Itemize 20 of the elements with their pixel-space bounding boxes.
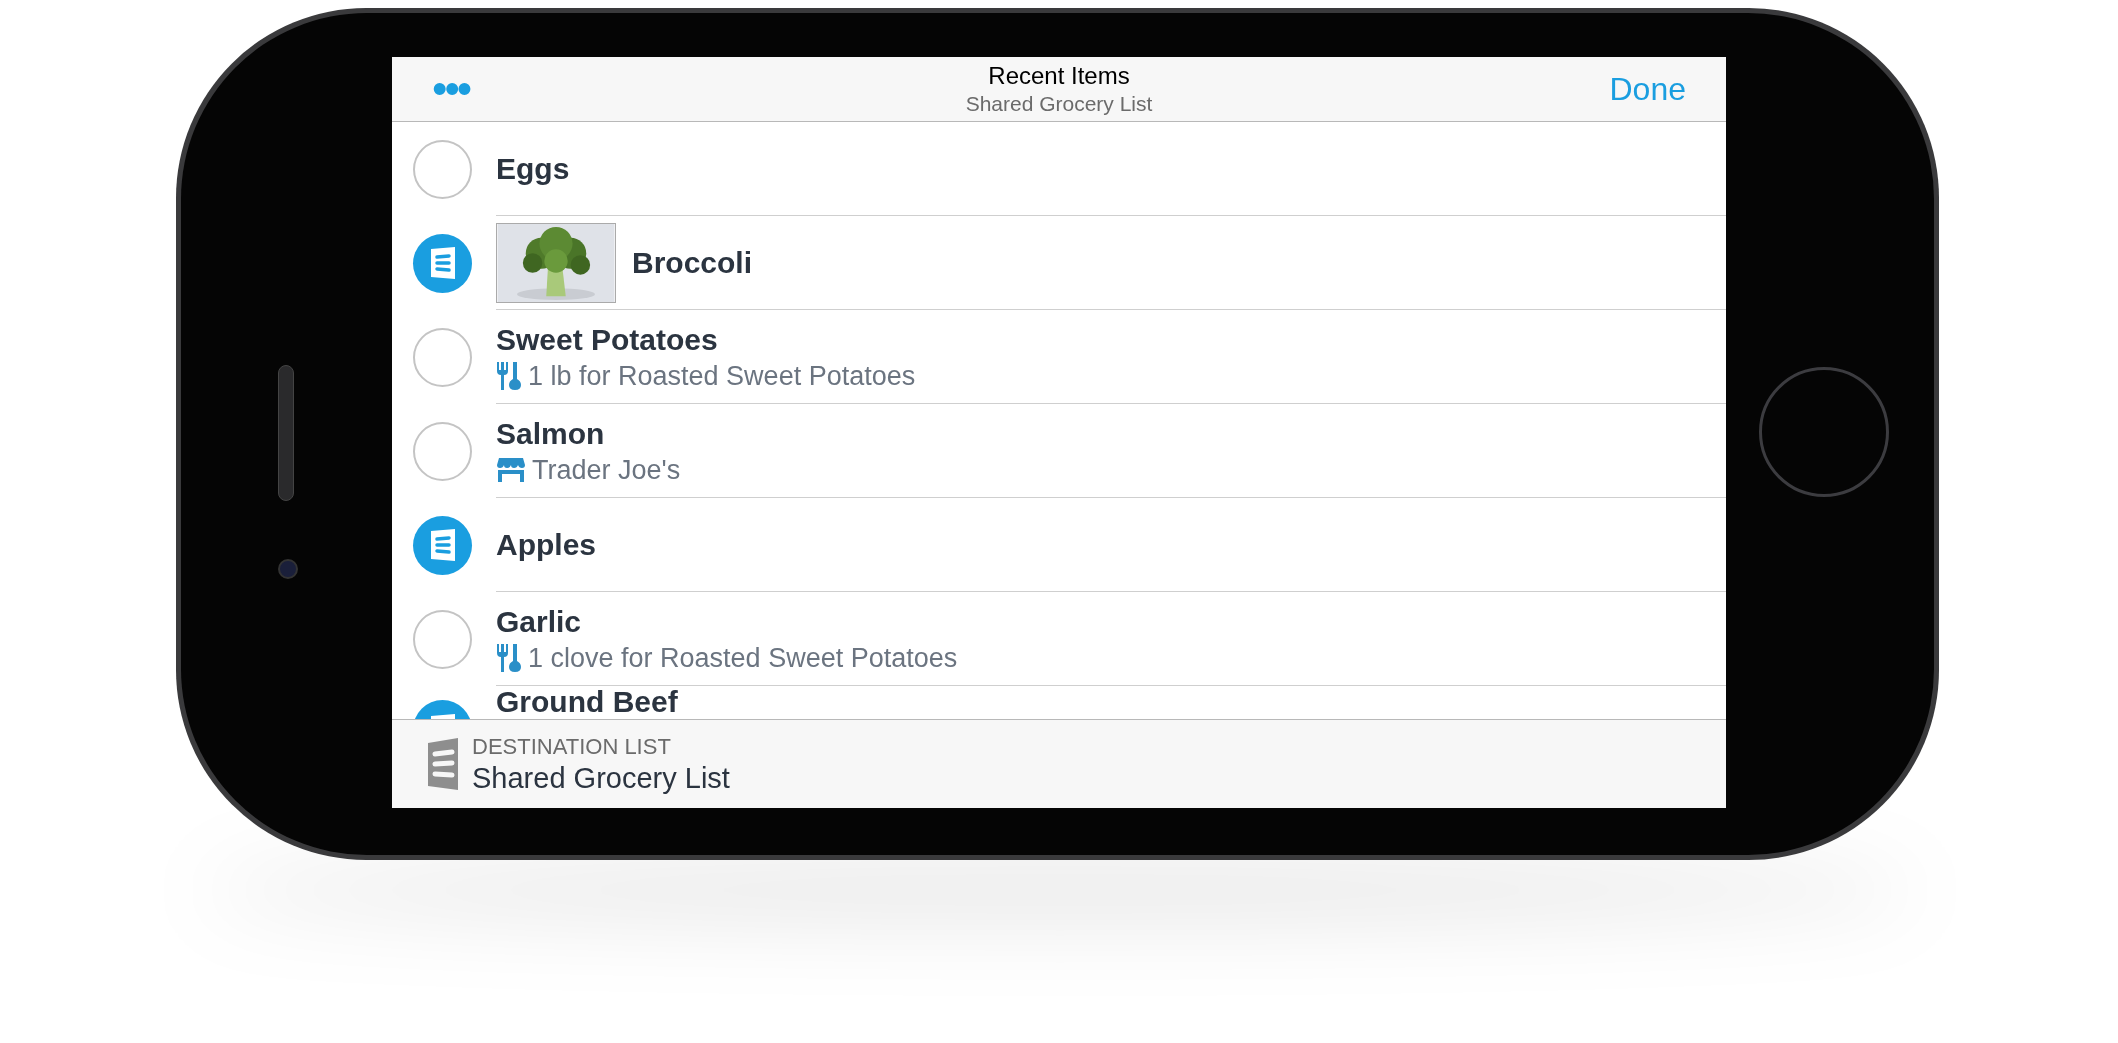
item-detail: Trader Joe's (532, 453, 681, 486)
fork-spoon-icon (496, 642, 522, 673)
item-name: Garlic (496, 603, 583, 640)
footer-label: DESTINATION LIST (472, 733, 672, 761)
item-name: Ground Beef (496, 687, 678, 717)
item-name: Apples (496, 526, 597, 563)
list-icon (426, 737, 460, 791)
destination-list-name: Shared Grocery List (472, 761, 730, 795)
item-name: Eggs (496, 150, 570, 187)
item-detail: 1 lb for Roasted Sweet Potatoes (528, 359, 916, 392)
nav-subtitle: Shared Grocery List (965, 91, 1153, 117)
item-name: Sweet Potatoes (496, 321, 719, 358)
item-detail: 1 clove for Roasted Sweet Potatoes (528, 641, 958, 674)
more-button[interactable]: ••• (432, 74, 512, 104)
item-name: Salmon (496, 415, 606, 452)
nav-title: Recent Items (988, 61, 1130, 91)
fork-spoon-icon (496, 360, 522, 391)
done-button[interactable]: Done (1606, 65, 1686, 113)
item-name: Broccoli (632, 244, 753, 281)
store-icon (496, 456, 526, 483)
